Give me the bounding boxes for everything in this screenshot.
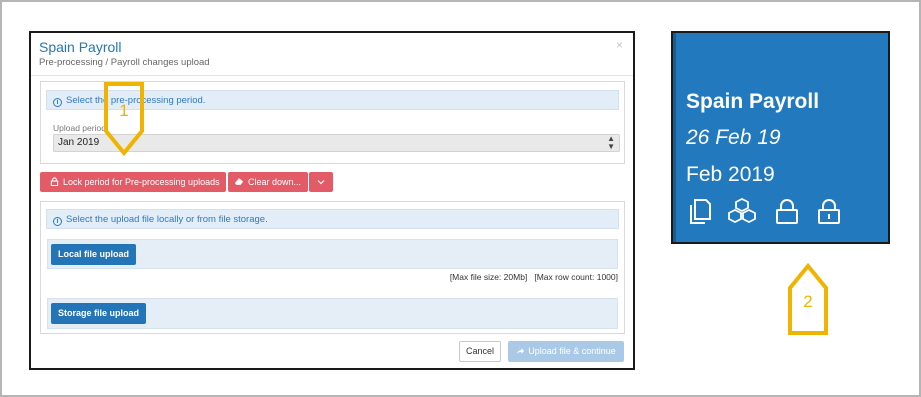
tile-icon-row xyxy=(686,197,856,225)
share-arrow-icon xyxy=(517,348,525,354)
modal-subtitle: Pre-processing / Payroll changes upload xyxy=(39,57,210,68)
file-info-bar: i Select the upload file locally or from … xyxy=(46,209,619,229)
storage-upload-panel: Storage file upload xyxy=(47,298,618,329)
payroll-tile[interactable]: Spain Payroll 26 Feb 19 Feb 2019 xyxy=(671,31,890,244)
select-arrows-icon: ▲ ▼ xyxy=(607,134,615,151)
cancel-button[interactable]: Cancel xyxy=(459,341,501,362)
clear-dropdown-toggle[interactable] xyxy=(309,172,333,192)
upload-continue-button[interactable]: Upload file & continue xyxy=(508,341,624,362)
copy-icon[interactable] xyxy=(686,197,714,225)
callout-number: 2 xyxy=(803,292,813,311)
file-section: i Select the upload file locally or from … xyxy=(40,201,625,334)
clear-down-label: Clear down... xyxy=(248,177,302,187)
chevron-down-icon xyxy=(317,180,325,185)
tile-period: Feb 2019 xyxy=(686,163,775,186)
storage-file-upload-button[interactable]: Storage file upload xyxy=(51,303,147,324)
local-file-upload-button[interactable]: Local file upload xyxy=(51,244,137,265)
file-limits-text: [Max file size: 20Mb] [Max row count: 10… xyxy=(449,272,618,282)
lock-period-button[interactable]: Lock period for Pre-processing uploads xyxy=(40,172,226,192)
close-icon[interactable]: × xyxy=(616,38,623,52)
lock-icon[interactable] xyxy=(774,197,800,225)
callout-number: 1 xyxy=(119,101,129,120)
clear-down-button[interactable]: Clear down... xyxy=(228,172,308,192)
tile-date: 26 Feb 19 xyxy=(686,126,781,149)
info-icon: i xyxy=(53,217,62,226)
callout-1: 1 xyxy=(103,81,145,157)
info-icon: i xyxy=(53,98,62,107)
cubes-icon[interactable] xyxy=(726,197,758,225)
tile-title: Spain Payroll xyxy=(686,90,820,113)
upload-period-value: Jan 2019 xyxy=(58,137,100,148)
upload-continue-label: Upload file & continue xyxy=(528,346,616,356)
file-info-text: Select the upload file locally or from f… xyxy=(66,214,268,225)
callout-2: 2 xyxy=(787,262,829,336)
lock-icon[interactable] xyxy=(816,197,842,225)
lock-icon xyxy=(50,177,59,187)
header-divider xyxy=(31,75,633,76)
upload-period-label: Upload period xyxy=(53,123,106,133)
modal-title: Spain Payroll xyxy=(39,39,122,55)
eraser-icon xyxy=(234,178,244,185)
lock-period-label: Lock period for Pre-processing uploads xyxy=(63,177,220,187)
tile-edge xyxy=(673,33,676,242)
local-upload-panel: Local file upload xyxy=(47,239,618,269)
